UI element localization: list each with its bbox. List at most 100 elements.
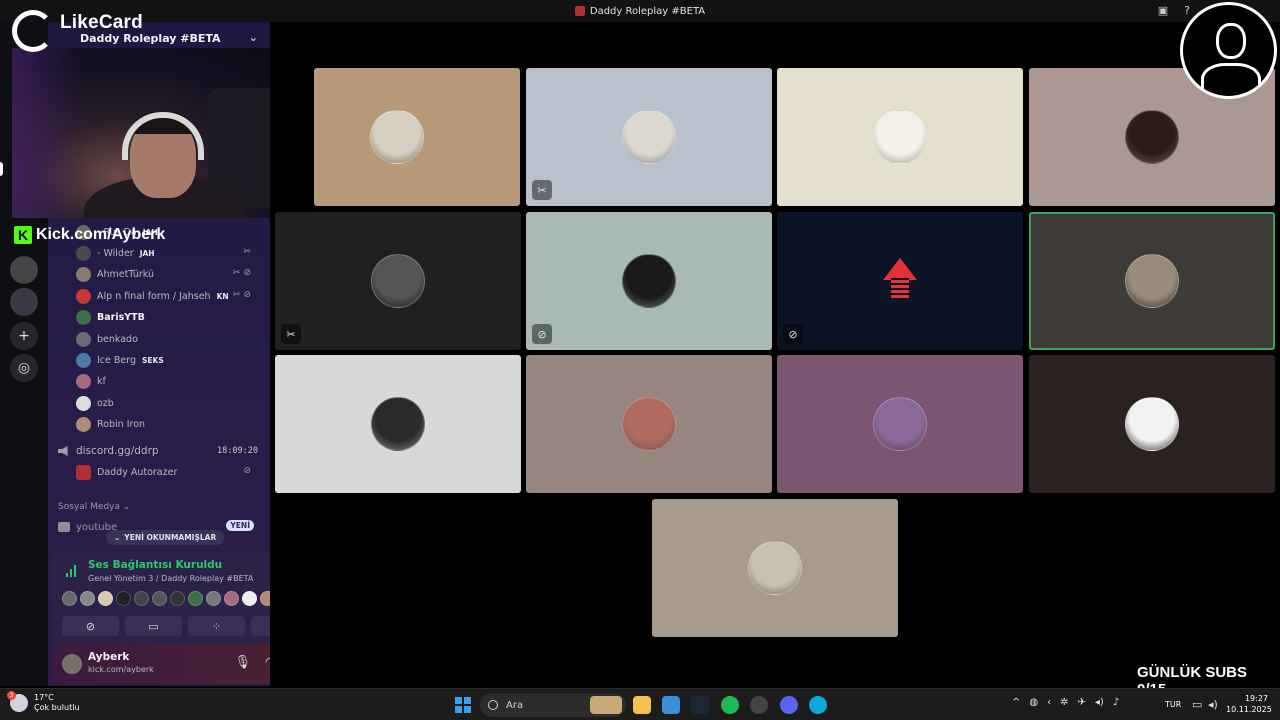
kick-url: Kick.com/Ayberk — [36, 226, 166, 243]
avatar — [748, 541, 802, 595]
server-icon[interactable] — [10, 256, 38, 284]
deafen-icon: ⊘ — [243, 466, 254, 476]
camera-off-button[interactable]: ⊘ — [62, 616, 119, 636]
avatar — [622, 397, 676, 451]
input-language[interactable]: TUR — [1165, 700, 1181, 709]
avatar — [371, 397, 425, 451]
vpn-icon[interactable]: ◍ — [1029, 697, 1038, 708]
participant-avatar[interactable] — [170, 591, 185, 606]
voice-member[interactable]: benkado — [76, 329, 262, 349]
server-folder-icon[interactable] — [10, 288, 38, 316]
participant-avatar[interactable] — [116, 591, 131, 606]
kick-overlay: K Kick.com/Ayberk — [14, 226, 165, 244]
app-icon[interactable]: ‹ — [1047, 697, 1051, 708]
participant-tile[interactable] — [777, 68, 1023, 206]
activities-button[interactable]: ⁘ — [188, 616, 245, 636]
edge-icon[interactable] — [809, 696, 827, 714]
chevron-down-icon: ⌄ — [122, 502, 131, 512]
participant-tile[interactable]: ✂ — [526, 68, 772, 206]
participant-tile[interactable]: ✂ — [275, 212, 521, 350]
member-name: Ice Berg — [97, 354, 137, 366]
avatar — [873, 397, 927, 451]
voice-member[interactable]: Ice Berg SEKS — [76, 350, 262, 370]
obs-icon[interactable] — [750, 696, 768, 714]
screen-share-button[interactable]: ▭ — [125, 616, 182, 636]
chevron-up-icon[interactable]: ^ — [1012, 697, 1020, 708]
webcam-overlay — [12, 48, 312, 218]
avatar — [622, 110, 676, 164]
settings-app-icon[interactable]: ✲ — [1060, 697, 1068, 708]
voice-member[interactable]: BarisYTB — [76, 307, 262, 327]
rail-selected-indicator — [0, 162, 3, 176]
microphone-icon[interactable]: ♪ — [1113, 697, 1119, 708]
participant-avatar[interactable] — [206, 591, 221, 606]
file-explorer-icon[interactable] — [633, 696, 651, 714]
participant-tile[interactable] — [314, 68, 520, 206]
add-server-icon[interactable]: + — [10, 322, 38, 350]
voice-stage: ✂ ✂ ⊘ ⊘ — [270, 22, 1280, 686]
discord-icon[interactable] — [780, 696, 798, 714]
participant-avatar[interactable] — [62, 591, 77, 606]
search-highlight-image — [590, 696, 622, 714]
participant-tile[interactable] — [652, 499, 898, 637]
participant-avatar[interactable] — [152, 591, 167, 606]
new-unreads-button[interactable]: ⌄ YENİ OKUNMAMIŞLAR — [106, 530, 225, 545]
steam-icon[interactable] — [691, 696, 709, 714]
avatar — [1125, 110, 1179, 164]
participant-avatar[interactable] — [80, 591, 95, 606]
participant-tile[interactable] — [1029, 212, 1275, 350]
taskbar-search[interactable]: Ara — [480, 693, 626, 717]
user-name[interactable]: Ayberk — [88, 651, 129, 663]
avatar — [370, 110, 424, 164]
voice-status-subtitle[interactable]: Genel Yönetim 3 / Daddy Roleplay #BETA — [88, 574, 253, 583]
avatar — [1125, 397, 1179, 451]
voice-member-autorazer[interactable]: Daddy Autorazer ⊘ — [76, 462, 262, 482]
participant-avatar[interactable] — [224, 591, 239, 606]
participant-avatar[interactable] — [98, 591, 113, 606]
member-name: benkado — [97, 333, 138, 345]
member-tag: KN — [216, 291, 229, 301]
speaker-icon — [58, 446, 68, 456]
photos-icon[interactable] — [662, 696, 680, 714]
titlebar-icons: ▣ ? — [1158, 4, 1190, 17]
avatar — [76, 288, 91, 304]
inbox-icon[interactable]: ▣ — [1158, 4, 1168, 17]
microphone-icon[interactable]: 🎙︎ — [234, 655, 251, 670]
steam-tray-icon[interactable]: ✈ — [1078, 697, 1086, 708]
voice-member[interactable]: Alp n final form / Jahseh KN ✂⊘ — [76, 286, 262, 306]
participant-avatar[interactable] — [134, 591, 149, 606]
windows-start-icon[interactable] — [455, 697, 471, 713]
discover-icon[interactable]: ◎ — [10, 354, 38, 382]
participant-avatar[interactable] — [188, 591, 203, 606]
kick-icon: K — [14, 226, 32, 244]
participant-tile[interactable]: ⊘ — [777, 212, 1023, 350]
category-social[interactable]: Sosyal Medya ⌄ — [58, 502, 130, 512]
speaker-icon[interactable]: ◂) — [1095, 697, 1104, 708]
avatar — [76, 266, 91, 282]
avatar — [76, 245, 91, 261]
brand-name: LikeCard — [60, 12, 143, 33]
voice-member[interactable]: - Wilder JAH ✂ — [76, 243, 262, 263]
voice-status-title[interactable]: Ses Bağlantısı Kuruldu — [88, 559, 222, 571]
voice-member[interactable]: AhmetTürkü ✂⊘ — [76, 264, 262, 284]
weather-widget[interactable]: 3 17°C Çok bulutlu — [7, 691, 80, 713]
new-badge: YENİ — [226, 520, 254, 531]
avatar[interactable] — [60, 652, 84, 676]
volume-icon[interactable]: ◂) — [1208, 698, 1218, 711]
participant-avatar[interactable] — [242, 591, 257, 606]
chevron-down-icon[interactable]: ⌄ — [249, 31, 258, 44]
voice-member[interactable]: Robin Iron — [76, 414, 262, 434]
mute-icon: ✂⊘ — [232, 290, 254, 300]
help-icon[interactable]: ? — [1184, 4, 1190, 17]
participant-tile[interactable] — [526, 355, 772, 493]
participant-tile[interactable] — [1029, 355, 1275, 493]
participant-tile[interactable] — [275, 355, 521, 493]
network-icon[interactable]: ▭ — [1192, 698, 1202, 711]
participant-tile[interactable] — [777, 355, 1023, 493]
spotify-icon[interactable] — [721, 696, 739, 714]
voice-channel-ddrp[interactable]: discord.gg/ddrp 18:09:20 — [58, 442, 262, 460]
taskbar-clock[interactable]: 19:27 10.11.2025 — [1226, 693, 1272, 715]
voice-member[interactable]: kf — [76, 371, 262, 391]
participant-tile[interactable]: ⊘ — [526, 212, 772, 350]
voice-member[interactable]: ozb — [76, 393, 262, 413]
